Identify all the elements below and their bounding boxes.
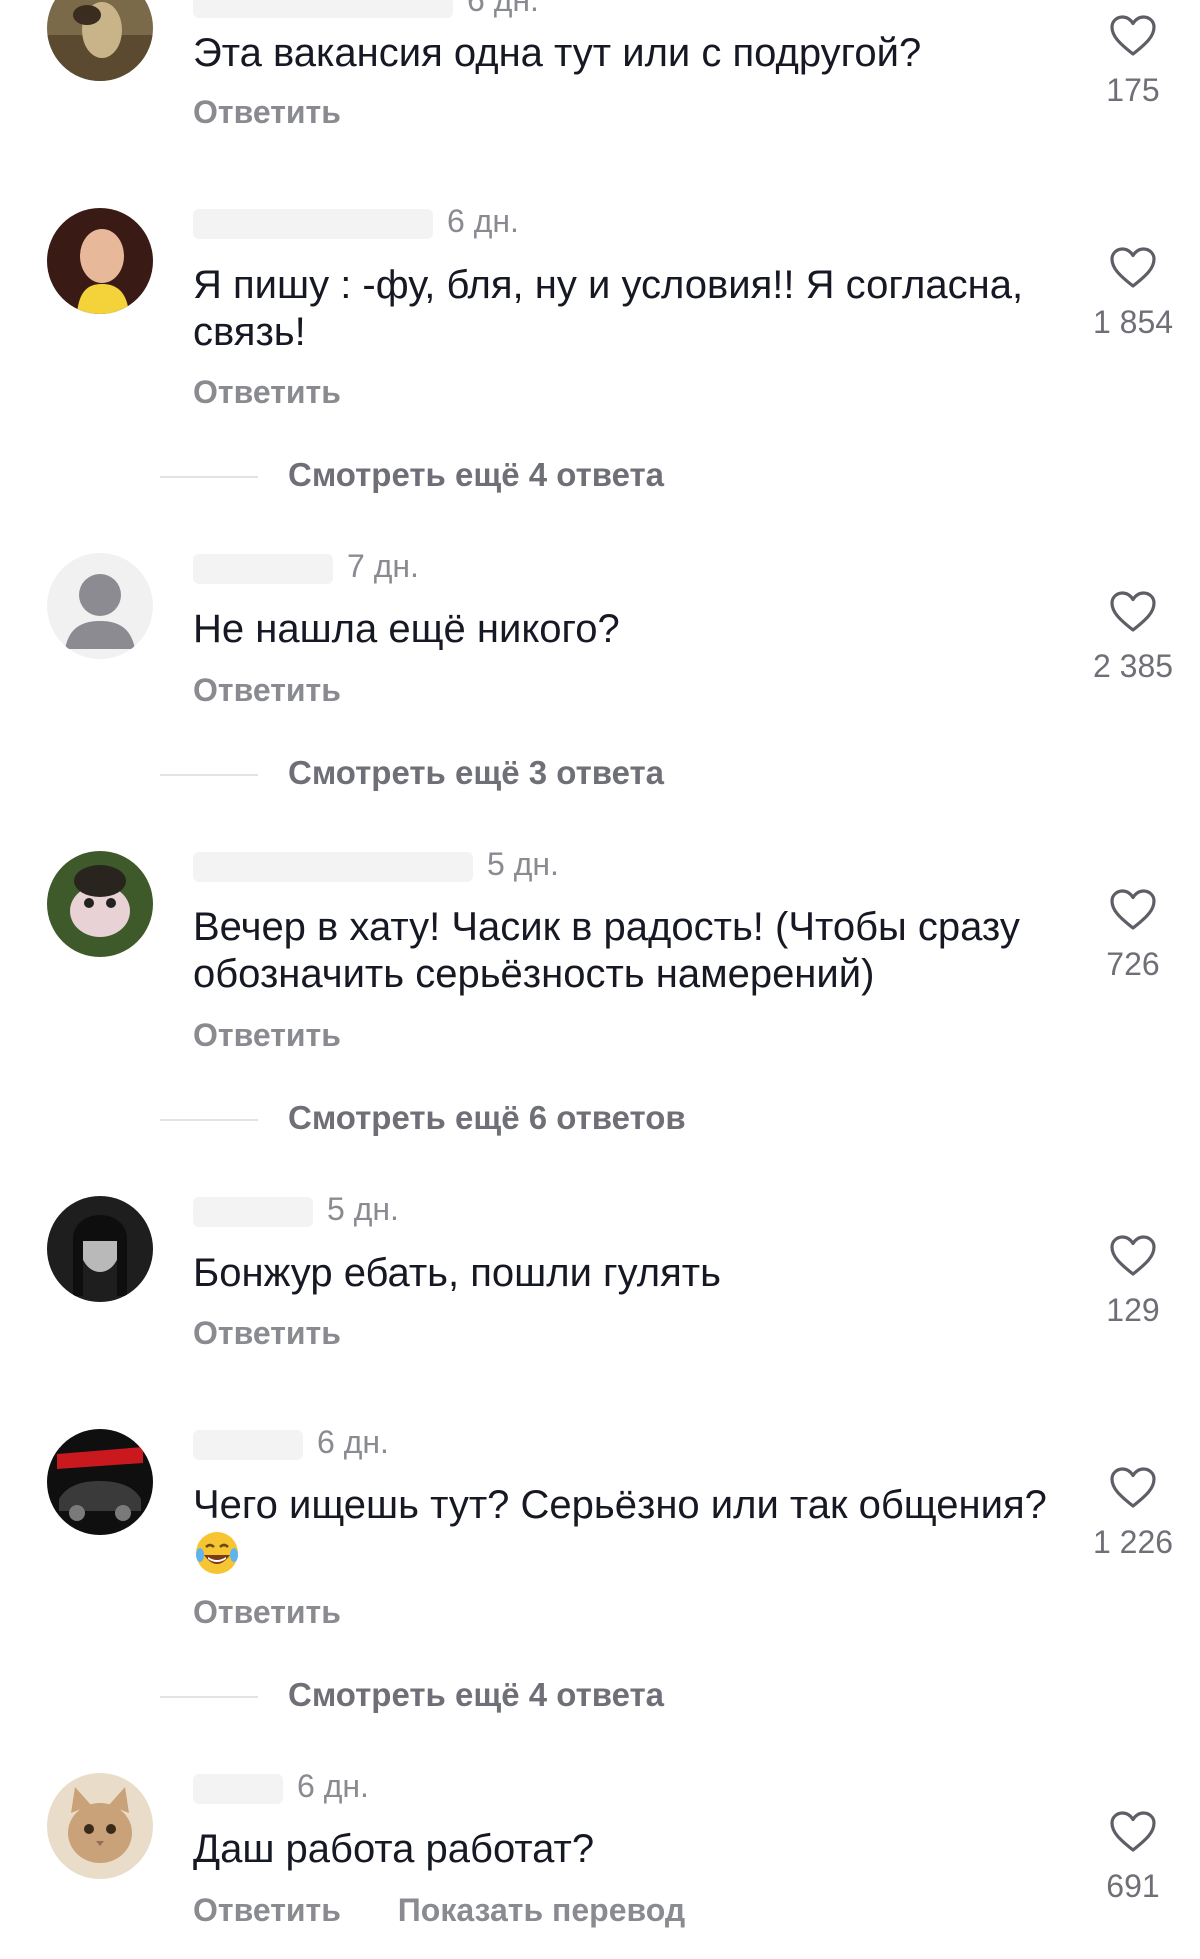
comment-time: 6 дн. [447, 203, 519, 239]
view-more-label: Смотреть ещё 4 ответа [288, 1676, 665, 1713]
reply-button[interactable]: Ответить [193, 1315, 341, 1351]
like-count: 1 854 [1092, 304, 1174, 340]
heart-icon [1110, 591, 1156, 632]
divider [160, 774, 258, 777]
comment-actions: Ответить [193, 374, 389, 411]
heart-icon [1110, 15, 1156, 56]
like-button[interactable]: 129 [1078, 1234, 1188, 1329]
car-avatar-icon [47, 1429, 153, 1535]
comment-meta: 6 дн. [193, 1424, 389, 1461]
like-count: 1 226 [1092, 1524, 1174, 1560]
painting-avatar-icon [47, 0, 153, 81]
comment-time: 5 дн. [487, 846, 559, 882]
like-count: 2 385 [1092, 648, 1174, 684]
reply-button[interactable]: Ответить [193, 1892, 341, 1928]
avatar[interactable] [47, 208, 153, 314]
reply-button[interactable]: Ответить [193, 94, 341, 130]
reply-button[interactable]: Ответить [193, 672, 341, 708]
comment-actions: Ответить [193, 1017, 389, 1054]
show-translation-button[interactable]: Показать перевод [398, 1892, 685, 1928]
reply-button[interactable]: Ответить [193, 1594, 341, 1630]
comment-time: 6 дн. [467, 0, 539, 18]
heart-icon [1110, 889, 1156, 930]
avatar[interactable] [47, 1429, 153, 1535]
view-more-replies[interactable]: Смотреть ещё 6 ответов [160, 1099, 686, 1137]
avatar[interactable] [47, 553, 153, 659]
comment-text-content: Чего ищешь тут? Серьёзно или так общения… [193, 1483, 1047, 1527]
heart-icon [1110, 247, 1156, 288]
heart-icon [1110, 1467, 1156, 1508]
comment-actions: Ответить [193, 1594, 389, 1631]
divider [160, 476, 258, 479]
avatar[interactable] [47, 0, 153, 81]
comment-text: Я пишу : -фу, бля, ну и условия!! Я согл… [193, 263, 1024, 354]
comment-actions: Ответить [193, 672, 389, 709]
comment-meta: 5 дн. [193, 1191, 399, 1228]
comment-meta: 6 дн. [193, 0, 539, 19]
username-blurred[interactable] [193, 0, 453, 18]
heart-icon [1110, 1811, 1156, 1852]
view-more-replies[interactable]: Смотреть ещё 4 ответа [160, 1676, 664, 1714]
comment-text: Вечер в хату! Часик в радость! (Чтобы ср… [193, 905, 1020, 996]
divider [160, 1119, 258, 1122]
username-blurred[interactable] [193, 553, 333, 584]
bw-portrait-avatar-icon [47, 1196, 153, 1302]
view-more-replies[interactable]: Смотреть ещё 4 ответа [160, 456, 664, 494]
comment-text: Не нашла ещё никого? [193, 607, 620, 651]
comment-actions: Ответить [193, 1315, 389, 1352]
view-more-replies[interactable]: Смотреть ещё 3 ответа [160, 754, 664, 792]
reply-button[interactable]: Ответить [193, 374, 341, 410]
like-button[interactable]: 1 854 [1078, 246, 1188, 341]
avatar[interactable] [47, 1773, 153, 1879]
cat-avatar-icon [47, 1773, 153, 1879]
comment-text: Даш работа работат? [193, 1827, 595, 1871]
like-count: 691 [1106, 1868, 1160, 1904]
puppet-avatar-icon [47, 851, 153, 957]
avatar[interactable] [47, 851, 153, 957]
like-button[interactable]: 1 226 [1078, 1466, 1188, 1561]
like-count: 726 [1106, 946, 1160, 982]
comment-time: 7 дн. [347, 548, 419, 584]
comment-meta: 6 дн. [193, 1768, 369, 1805]
comment-actions: Ответить [193, 94, 389, 131]
comment-meta: 5 дн. [193, 846, 559, 883]
username-blurred[interactable] [193, 208, 433, 239]
laughing-tears-emoji-icon [196, 1532, 238, 1574]
username-blurred[interactable] [193, 851, 473, 882]
like-button[interactable]: 2 385 [1078, 590, 1188, 685]
view-more-label: Смотреть ещё 6 ответов [288, 1099, 686, 1136]
comment-text: Эта вакансия одна тут или с подругой? [193, 31, 922, 75]
reply-button[interactable]: Ответить [193, 1017, 341, 1053]
like-count: 175 [1106, 72, 1160, 108]
comment-text: Чего ищешь тут? Серьёзно или так общения… [193, 1482, 1053, 1578]
comment-time: 6 дн. [297, 1768, 369, 1804]
heart-icon [1110, 1235, 1156, 1276]
divider [160, 1696, 258, 1699]
comment-meta: 6 дн. [193, 203, 519, 240]
comment-actions: Ответить Показать перевод [193, 1892, 733, 1929]
like-button[interactable]: 726 [1078, 888, 1188, 983]
username-blurred[interactable] [193, 1196, 313, 1227]
like-button[interactable]: 175 [1078, 14, 1188, 109]
view-more-label: Смотреть ещё 4 ответа [288, 456, 665, 493]
comment-time: 6 дн. [317, 1424, 389, 1460]
avatar[interactable] [47, 1196, 153, 1302]
username-blurred[interactable] [193, 1773, 283, 1804]
woman-photo-avatar-icon [47, 208, 153, 314]
view-more-label: Смотреть ещё 3 ответа [288, 754, 665, 791]
username-blurred[interactable] [193, 1429, 303, 1460]
like-count: 129 [1106, 1292, 1160, 1328]
like-button[interactable]: 691 [1078, 1810, 1188, 1905]
comment-time: 5 дн. [327, 1191, 399, 1227]
comment-text: Бонжур ебать, пошли гулять [193, 1251, 721, 1295]
comment-meta: 7 дн. [193, 548, 419, 585]
default-user-avatar-icon [47, 553, 153, 659]
